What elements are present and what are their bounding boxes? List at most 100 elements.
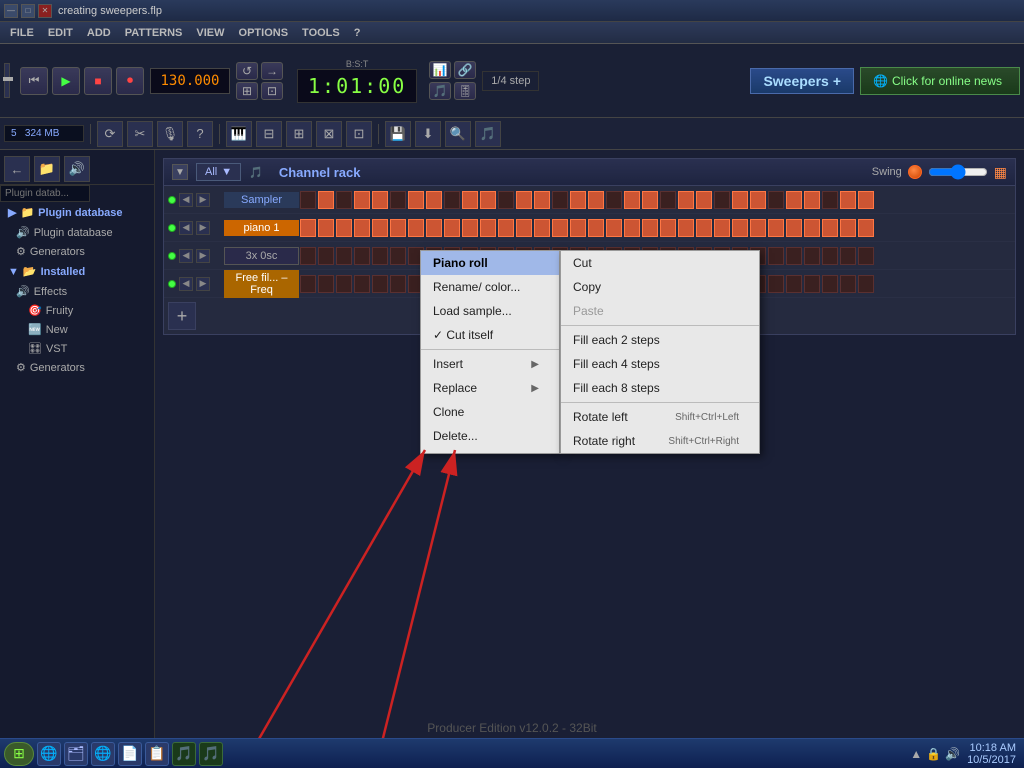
pad[interactable] [804, 247, 820, 265]
skip-forward[interactable]: → [261, 62, 283, 80]
ctx-fill-2[interactable]: Fill each 2 steps [561, 328, 759, 352]
save-btn[interactable]: 💾 [385, 121, 411, 147]
pad[interactable] [354, 219, 370, 237]
sweepers-add[interactable]: + [833, 73, 841, 89]
sidebar-add-folder[interactable]: 📁 [34, 156, 60, 182]
pad[interactable] [462, 191, 478, 209]
sampler-btn1[interactable]: ◀ [179, 193, 193, 207]
pad[interactable] [570, 219, 586, 237]
sidebar-item-generators-top[interactable]: ⚙ Generators [0, 242, 154, 261]
taskbar-folder[interactable]: 📋 [145, 742, 169, 766]
taskbar-pdf[interactable]: 📄 [118, 742, 142, 766]
pitch-btn[interactable]: 🎵 [429, 82, 451, 100]
ctx-insert[interactable]: Insert ▶ [421, 352, 559, 376]
ctx-rotate-right[interactable]: Rotate right Shift+Ctrl+Right [561, 429, 759, 453]
piano-name[interactable]: piano 1 [224, 220, 299, 236]
pad[interactable] [786, 219, 802, 237]
sidebar-item-installed[interactable]: ▼ 📂 Installed [0, 261, 154, 282]
pad[interactable] [534, 219, 550, 237]
filter-dropdown[interactable]: All ▼ [196, 163, 241, 181]
extra-btn2[interactable]: ⊡ [261, 82, 283, 100]
menu-options[interactable]: OPTIONS [233, 25, 295, 41]
pad[interactable] [552, 219, 568, 237]
freq-btn2[interactable]: ▶ [196, 277, 210, 291]
pad[interactable] [498, 219, 514, 237]
pad[interactable] [696, 191, 712, 209]
cpu-btn[interactable]: 📊 [429, 61, 451, 79]
pad[interactable] [354, 247, 370, 265]
pad[interactable] [516, 191, 532, 209]
pad[interactable] [858, 275, 874, 293]
menu-add[interactable]: ADD [81, 25, 117, 41]
record-button[interactable]: ⏺ [116, 67, 144, 95]
pad[interactable] [372, 219, 388, 237]
tempo-display[interactable]: 130.000 [150, 68, 230, 94]
pad[interactable] [498, 191, 514, 209]
pad[interactable] [606, 191, 622, 209]
minimize-button[interactable]: — [4, 4, 18, 18]
pad[interactable] [300, 275, 316, 293]
pad[interactable] [588, 191, 604, 209]
pad[interactable] [426, 191, 442, 209]
ctx-rename-color[interactable]: Rename/ color... [421, 275, 559, 299]
browser-btn[interactable]: 🔍 [445, 121, 471, 147]
menu-tools[interactable]: TOOLS [296, 25, 346, 41]
pad[interactable] [840, 247, 856, 265]
sidebar-item-vst[interactable]: 🎛 VST [0, 339, 154, 358]
pad[interactable] [318, 247, 334, 265]
pad[interactable] [480, 219, 496, 237]
pad[interactable] [372, 275, 388, 293]
link-btn[interactable]: 🔗 [454, 61, 476, 79]
pad[interactable] [570, 191, 586, 209]
search-input[interactable] [0, 185, 90, 202]
pattern-btn[interactable]: ⊡ [346, 121, 372, 147]
pad[interactable] [372, 191, 388, 209]
pad[interactable] [300, 247, 316, 265]
swing-slider[interactable] [928, 168, 988, 176]
pad[interactable] [804, 219, 820, 237]
pad[interactable] [318, 191, 334, 209]
grid-icon[interactable]: ▦ [994, 164, 1007, 181]
plugin-btn[interactable]: ⬇ [415, 121, 441, 147]
pad[interactable] [660, 219, 676, 237]
midi-btn[interactable]: 🎵 [475, 121, 501, 147]
fx-btn[interactable]: 🎚 [454, 82, 476, 100]
pad[interactable] [714, 219, 730, 237]
pad[interactable] [444, 191, 460, 209]
pad[interactable] [390, 275, 406, 293]
pad[interactable] [642, 219, 658, 237]
pad[interactable] [624, 191, 640, 209]
ctx-delete[interactable]: Delete... [421, 424, 559, 448]
pad[interactable] [858, 219, 874, 237]
pad[interactable] [408, 219, 424, 237]
pad[interactable] [750, 191, 766, 209]
pad[interactable] [768, 247, 784, 265]
pad[interactable] [768, 275, 784, 293]
pad[interactable] [408, 191, 424, 209]
mic-btn[interactable]: 🎙 [157, 121, 183, 147]
pad[interactable] [768, 191, 784, 209]
mixer-btn[interactable]: ⊟ [256, 121, 282, 147]
step-seq-btn[interactable]: ⊠ [316, 121, 342, 147]
taskbar-explorer[interactable]: 🗂 [64, 742, 88, 766]
menu-view[interactable]: VIEW [190, 25, 230, 41]
play-button[interactable]: ▶ [52, 67, 80, 95]
sampler-led[interactable] [168, 196, 176, 204]
piano-roll-btn[interactable]: 🎹 [226, 121, 252, 147]
pad[interactable] [372, 247, 388, 265]
piano-led[interactable] [168, 224, 176, 232]
pad[interactable] [678, 191, 694, 209]
pad[interactable] [804, 191, 820, 209]
piano-btn2[interactable]: ▶ [196, 221, 210, 235]
sidebar-speaker[interactable]: 🔊 [64, 156, 90, 182]
pad[interactable] [732, 219, 748, 237]
pad[interactable] [354, 191, 370, 209]
menu-patterns[interactable]: PATTERNS [119, 25, 189, 41]
sidebar-item-generators-installed[interactable]: ⚙ Generators [0, 358, 154, 377]
online-news-button[interactable]: 🌐 Click for online news [860, 67, 1020, 95]
sidebar-item-fruity[interactable]: 🎯 Fruity [0, 301, 154, 320]
pad[interactable] [696, 219, 712, 237]
pad[interactable] [336, 219, 352, 237]
menu-edit[interactable]: EDIT [42, 25, 79, 41]
scissors-btn[interactable]: ✂ [127, 121, 153, 147]
